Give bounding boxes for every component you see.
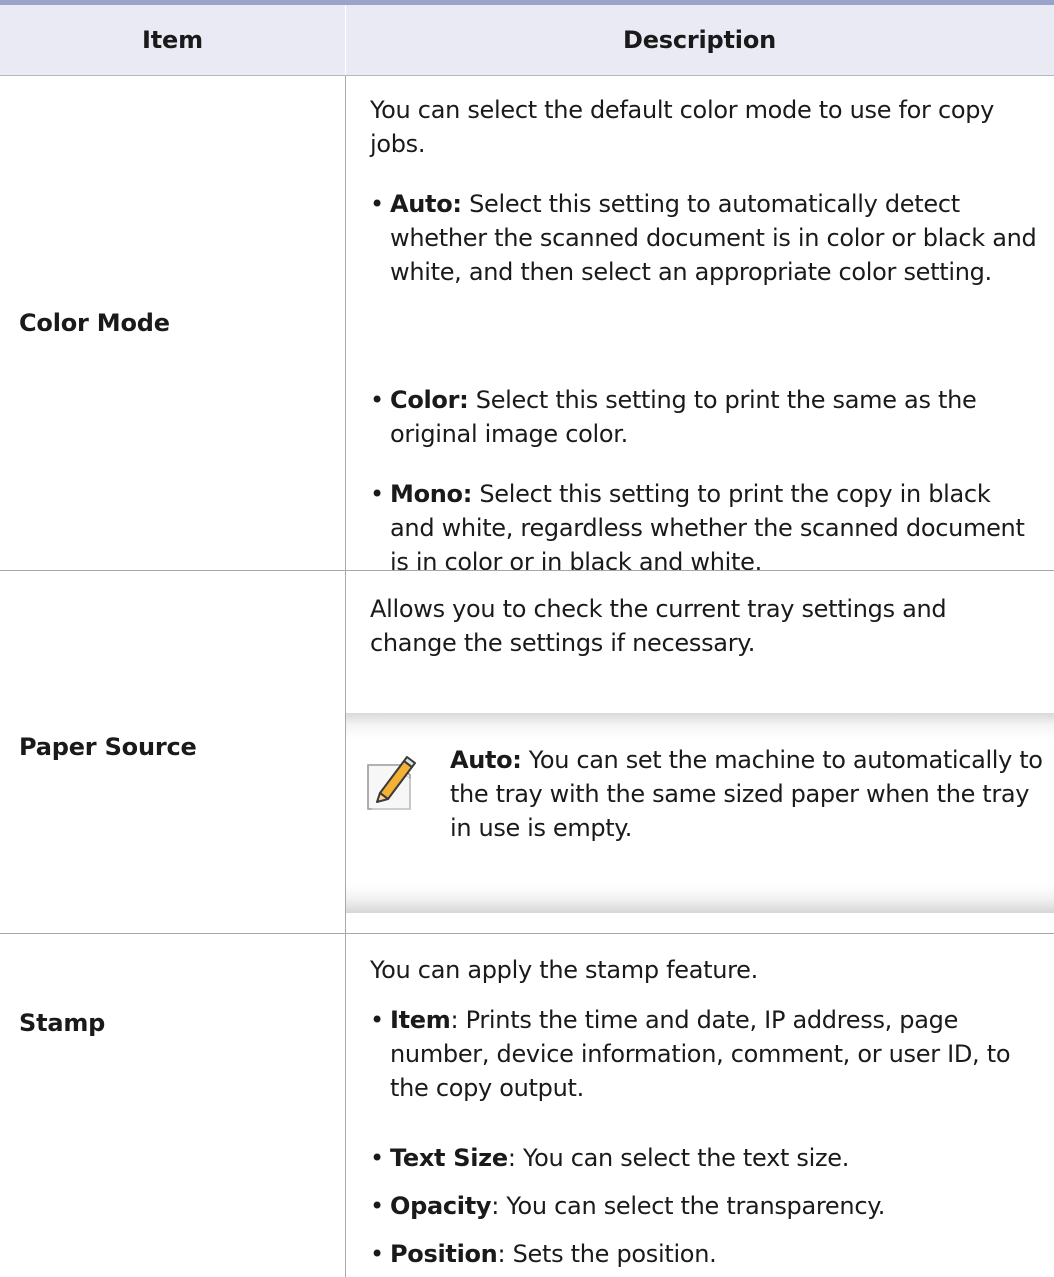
header-description: Description: [622, 26, 777, 54]
bullet-dot: •: [370, 1006, 384, 1034]
note-text: Auto: You can set the machine to automat…: [450, 746, 1043, 842]
bullet-dot: •: [370, 480, 384, 508]
header-item: Item: [142, 26, 203, 54]
header-bottom-rule: [0, 75, 1054, 76]
stamp-intro: You can apply the stamp feature.: [370, 956, 758, 984]
item-stamp: Stamp: [19, 1009, 106, 1037]
item-paper-source: Paper Source: [19, 733, 197, 761]
item-color-mode: Color Mode: [19, 309, 170, 337]
column-separator: [345, 76, 346, 1277]
note-box: Auto: You can set the machine to automat…: [346, 713, 1054, 913]
paper-source-intro: Allows you to check the current tray set…: [370, 595, 947, 657]
bullet-dot: •: [370, 190, 384, 218]
bullet-dot: •: [370, 1192, 384, 1220]
bullet-dot: •: [370, 1144, 384, 1172]
row-divider: [0, 570, 1054, 571]
bullet-dot: •: [370, 1240, 384, 1268]
row-divider: [0, 933, 1054, 934]
color-mode-intro: You can select the default color mode to…: [370, 96, 995, 158]
bullet-dot: •: [370, 386, 384, 414]
table-header-row: Item Description: [0, 5, 1054, 75]
note-pencil-icon: [367, 756, 416, 810]
